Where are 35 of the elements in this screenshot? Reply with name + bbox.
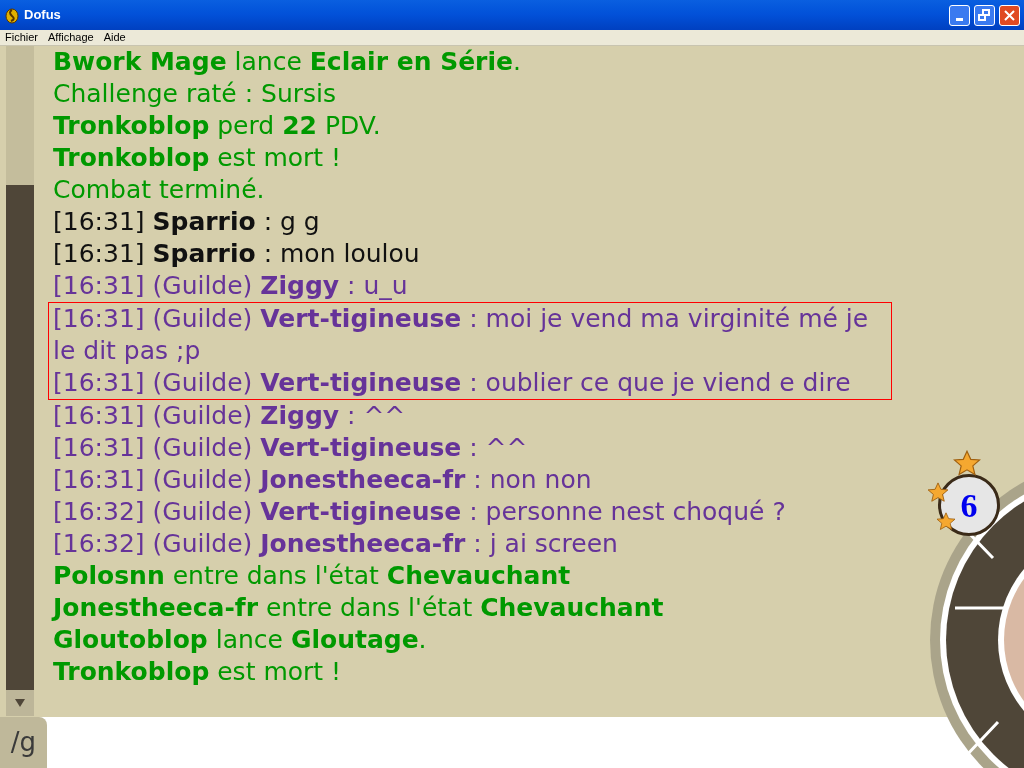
close-icon (1004, 9, 1015, 21)
app-icon (4, 6, 20, 24)
scrollbar-thumb[interactable] (6, 185, 34, 690)
scroll-down-button[interactable] (6, 690, 34, 716)
chat-message: [16:31] (Guilde) Ziggy : u_u (53, 270, 409, 302)
restore-button[interactable] (974, 4, 995, 26)
down-arrow-icon (15, 699, 25, 707)
chat-message: [16:32] (Guilde) Vert-tigineuse : personne nest choqué ? (53, 496, 787, 528)
chat-message: [16:31] (Guilde) Vert-tigineuse : ^^ (53, 432, 529, 464)
chat-message: Bwork Mage lance Eclair en Série. (53, 46, 522, 78)
channel-tab[interactable]: /g (0, 717, 47, 768)
chat-message: [16:31] (Guilde) Jonestheeca-fr : non non (53, 464, 593, 496)
chat-message: Tronkoblop perd 22 PDV. (53, 110, 382, 142)
chat-message: Jonestheeca-fr entre dans l'état Chevauchant (53, 592, 665, 624)
chat-message: Tronkoblop est mort ! (53, 142, 343, 174)
chat-message: [16:31] (Guilde) Vert-tigineuse : oublier ce que je viend e dire (53, 367, 852, 399)
chat-message: Polosnn entre dans l'état Chevauchant (53, 560, 572, 592)
chat-message: Challenge raté : Sursis (53, 78, 338, 110)
menu-item[interactable]: Affichage (43, 29, 99, 46)
close-button[interactable] (999, 4, 1020, 26)
star-icon (953, 450, 981, 478)
chat-message: [16:31] (Guilde) Ziggy : ^^ (53, 400, 407, 432)
minimize-button[interactable] (949, 4, 970, 26)
chat-message: Combat terminé. (53, 174, 266, 206)
chat-message: [16:31] (Guilde) Vert-tigineuse : moi je vend ma virginité mé je le dit pas ;p (53, 303, 870, 367)
chat-message: Gloutoblop lance Gloutage. (53, 624, 428, 656)
chat-message: Tronkoblop est mort ! (53, 656, 343, 688)
window-title: Dofus (24, 6, 61, 25)
star-icon (927, 482, 949, 504)
chat-message: [16:31] Sparrio : g g (53, 206, 321, 238)
chat-message: [16:31] Sparrio : mon loulou (53, 238, 421, 270)
star-icon (936, 512, 956, 532)
chat-message: [16:32] (Guilde) Jonestheeca-fr : j ai screen (53, 528, 619, 560)
menu-item[interactable]: Fichier (0, 29, 43, 46)
menu-item[interactable]: Aide (98, 29, 131, 46)
